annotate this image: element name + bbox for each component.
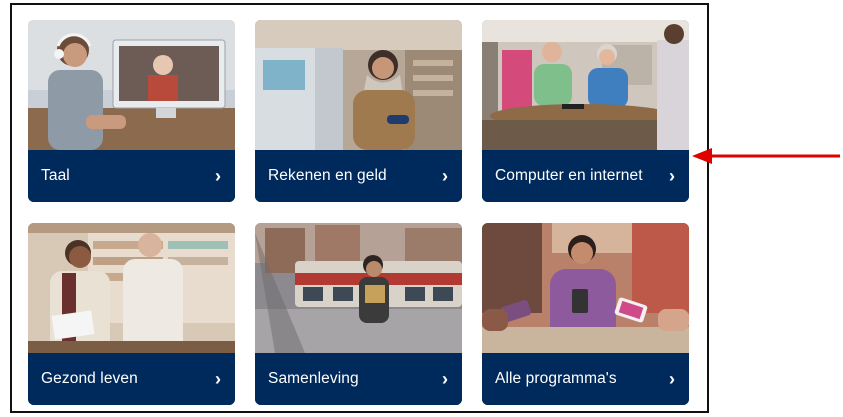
chevron-right-icon: › xyxy=(442,369,448,389)
card-computer-en-internet[interactable]: Computer en internet › xyxy=(482,20,689,202)
card-bar: Computer en internet › xyxy=(482,150,689,202)
card-rekenen-en-geld[interactable]: Rekenen en geld › xyxy=(255,20,462,202)
photo-gezond-leven xyxy=(28,223,235,353)
photo-rekenen-en-geld xyxy=(255,20,462,150)
chevron-right-icon: › xyxy=(669,369,675,389)
card-bar: Rekenen en geld › xyxy=(255,150,462,202)
card-bar: Samenleving › xyxy=(255,353,462,405)
photo-samenleving xyxy=(255,223,462,353)
photo-computer-en-internet xyxy=(482,20,689,150)
card-label: Taal xyxy=(41,167,70,184)
chevron-right-icon: › xyxy=(442,166,448,186)
chevron-right-icon: › xyxy=(669,166,675,186)
red-arrow-annotation xyxy=(690,146,843,166)
chevron-right-icon: › xyxy=(215,369,221,389)
card-label: Rekenen en geld xyxy=(268,167,387,184)
card-label: Computer en internet xyxy=(495,167,643,184)
card-alle-programmas[interactable]: Alle programma's › xyxy=(482,223,689,405)
card-bar: Taal › xyxy=(28,150,235,202)
card-bar: Alle programma's › xyxy=(482,353,689,405)
photo-alle-programmas xyxy=(482,223,689,353)
card-label: Gezond leven xyxy=(41,370,138,387)
card-bar: Gezond leven › xyxy=(28,353,235,405)
card-taal[interactable]: Taal › xyxy=(28,20,235,202)
card-gezond-leven[interactable]: Gezond leven › xyxy=(28,223,235,405)
programs-grid: Taal › Rekenen en geld › Computer en int… xyxy=(10,3,709,413)
photo-taal xyxy=(28,20,235,150)
card-samenleving[interactable]: Samenleving › xyxy=(255,223,462,405)
card-label: Samenleving xyxy=(268,370,359,387)
card-label: Alle programma's xyxy=(495,370,617,387)
chevron-right-icon: › xyxy=(215,166,221,186)
